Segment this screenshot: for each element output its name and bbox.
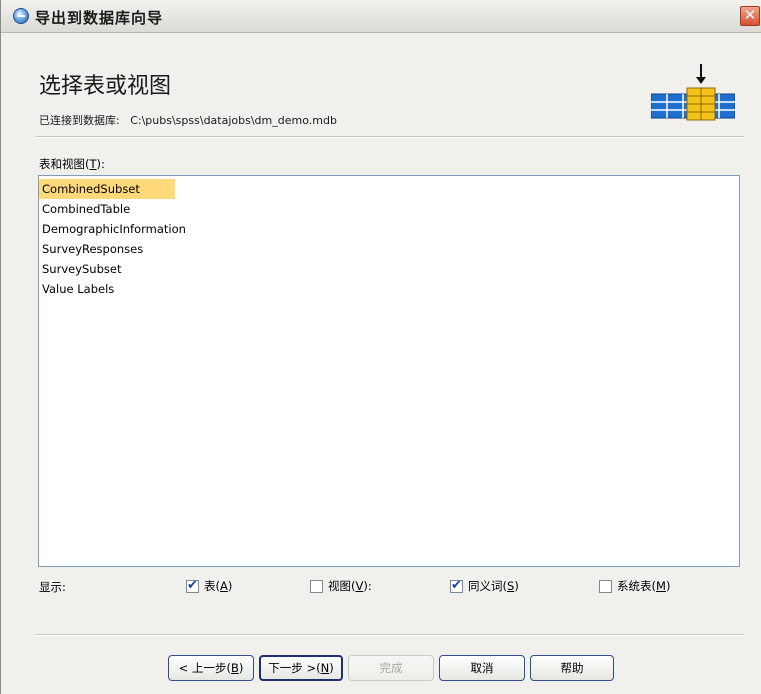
- checkbox-unchecked-icon[interactable]: [599, 579, 612, 593]
- help-button[interactable]: 帮助: [530, 655, 614, 681]
- header-separator: [36, 136, 744, 138]
- close-button[interactable]: ✕: [740, 6, 760, 26]
- window-title: 导出到数据库向导: [35, 9, 164, 27]
- connection-info: 已连接到数据库: C:\pubs\spss\datajobs\dm_demo.m…: [39, 112, 337, 128]
- connection-path: C:\pubs\spss\datajobs\dm_demo.mdb: [130, 114, 337, 127]
- wizard-globe-icon: [13, 8, 29, 24]
- next-button[interactable]: 下一步 >(N): [259, 655, 343, 681]
- tables-views-list[interactable]: CombinedSubset CombinedTable Demographic…: [38, 175, 740, 567]
- connection-label: 已连接到数据库:: [39, 114, 120, 127]
- tables-views-label: 表和视图(T):: [39, 157, 105, 171]
- page-title: 选择表或视图: [39, 74, 172, 99]
- footer-separator: [36, 634, 744, 636]
- checkbox-checked-icon[interactable]: [186, 578, 199, 593]
- cancel-button[interactable]: 取消: [439, 655, 525, 681]
- list-item-combinedsubset[interactable]: CombinedSubset: [39, 179, 175, 199]
- show-tables-checkbox[interactable]: 表(A): [186, 578, 232, 594]
- show-synonyms-checkbox[interactable]: 同义词(S): [450, 578, 519, 594]
- show-system-tables-checkbox[interactable]: 系统表(M): [599, 578, 670, 594]
- show-views-checkbox[interactable]: 视图(V):: [310, 578, 372, 594]
- list-item-combinedtable[interactable]: CombinedTable: [39, 199, 175, 219]
- list-item-value-labels[interactable]: Value Labels: [39, 279, 175, 299]
- list-item-demographicinformation[interactable]: DemographicInformation: [39, 219, 189, 239]
- list-item-surveysubset[interactable]: SurveySubset: [39, 259, 175, 279]
- list-item-surveyresponses[interactable]: SurveyResponses: [39, 239, 175, 259]
- finish-button[interactable]: 完成: [348, 655, 434, 681]
- database-table-icon: [651, 64, 735, 121]
- export-database-wizard-window: 导出到数据库向导 ✕ 选择表或视图 已连接到数据库: C:\pubs\spss\…: [0, 0, 761, 694]
- title-bar[interactable]: 导出到数据库向导 ✕: [1, 0, 761, 33]
- show-label: 显示:: [39, 580, 66, 594]
- back-button[interactable]: < 上一步(B): [168, 655, 254, 681]
- checkbox-checked-icon[interactable]: [450, 578, 463, 593]
- checkbox-unchecked-icon[interactable]: [310, 579, 323, 593]
